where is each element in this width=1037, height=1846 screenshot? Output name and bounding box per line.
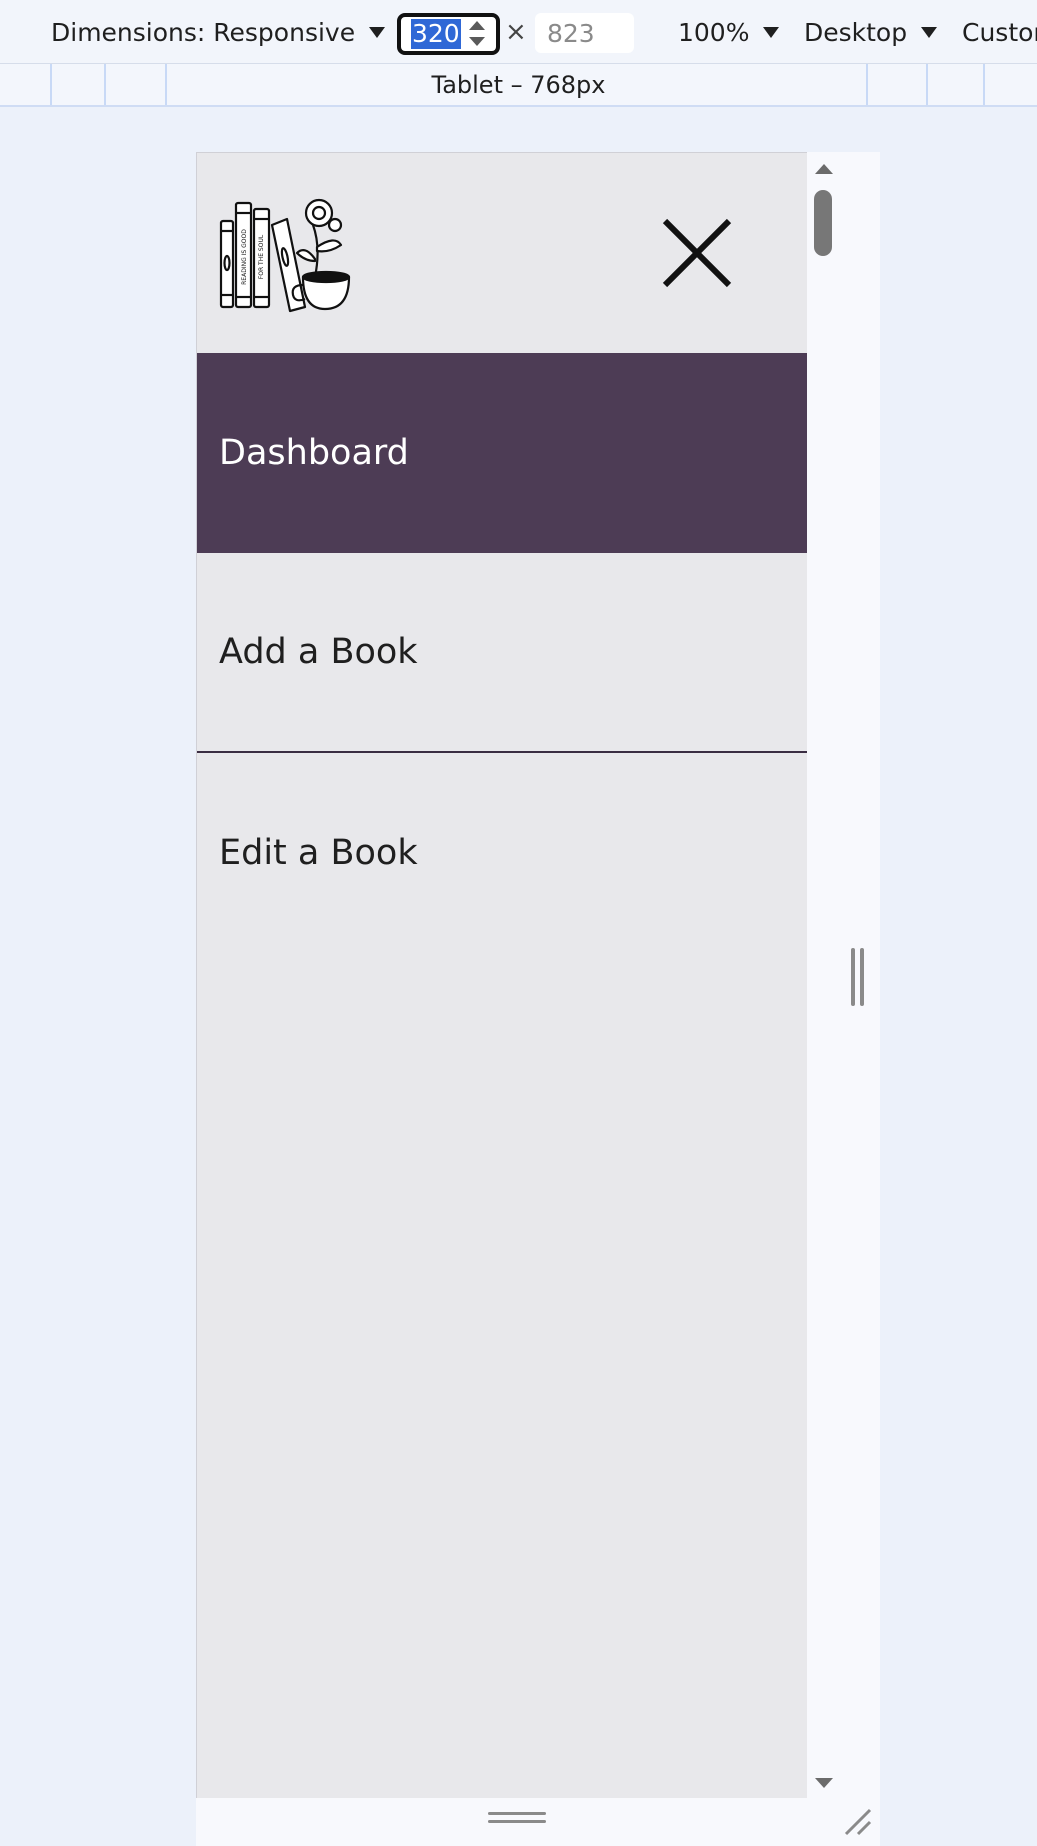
breakpoint-label[interactable]: Tablet – 768px	[0, 64, 1037, 105]
height-input[interactable]: 823	[535, 13, 634, 53]
zoom-label: 100%	[678, 17, 750, 47]
chevron-down-icon	[369, 26, 386, 38]
corner-resize-icon[interactable]	[842, 1806, 872, 1836]
device-toolbar: Dimensions: Responsive 320 × 823 100% De…	[0, 0, 1037, 64]
resize-handle-icon[interactable]	[851, 948, 865, 1006]
nav-item-label: Edit a Book	[219, 833, 418, 873]
device-type-label: Desktop	[804, 17, 908, 47]
close-icon[interactable]	[657, 213, 737, 293]
chevron-down-icon	[921, 26, 938, 38]
device-viewport: READING IS GOOD FOR THE SOUL Dashboard A…	[196, 152, 807, 1798]
scroll-thumb[interactable]	[814, 190, 832, 256]
width-spinner[interactable]	[466, 19, 488, 49]
nav-item-label: Dashboard	[219, 433, 409, 473]
scroll-down-arrow-icon[interactable]	[815, 1778, 833, 1788]
spin-down-icon[interactable]	[469, 37, 485, 46]
nav-item-label: Add a Book	[219, 632, 418, 672]
width-value: 320	[411, 19, 461, 49]
nav-item-dashboard[interactable]: Dashboard	[197, 353, 807, 553]
dimensions-dropdown[interactable]: Dimensions: Responsive	[51, 0, 386, 64]
logo-text: FOR THE SOUL	[258, 234, 265, 279]
device-type-dropdown[interactable]: Desktop	[804, 0, 938, 64]
viewport-scrollbar[interactable]	[807, 152, 880, 1798]
height-placeholder: 823	[547, 18, 595, 48]
zoom-dropdown[interactable]: 100%	[678, 0, 780, 64]
site-header: READING IS GOOD FOR THE SOUL	[197, 153, 807, 353]
books-coffee-logo[interactable]: READING IS GOOD FOR THE SOUL	[217, 195, 353, 313]
logo-text: READING IS GOOD	[241, 229, 248, 285]
custom-label: Custor	[962, 17, 1037, 47]
spin-up-icon[interactable]	[469, 21, 485, 30]
media-query-bar: Tablet – 768px	[0, 64, 1037, 107]
viewport-bottom-bar	[196, 1798, 880, 1846]
dimensions-label: Dimensions: Responsive	[51, 17, 356, 47]
resize-handle-icon[interactable]	[488, 1812, 546, 1824]
dimension-separator: ×	[505, 17, 527, 47]
width-input[interactable]: 320	[397, 13, 500, 55]
custom-dropdown[interactable]: Custor	[962, 0, 1037, 64]
nav-item-edit-book[interactable]: Edit a Book	[197, 753, 807, 953]
scroll-up-arrow-icon[interactable]	[815, 164, 833, 174]
chevron-down-icon	[763, 26, 780, 38]
nav-item-add-book[interactable]: Add a Book	[197, 553, 807, 753]
